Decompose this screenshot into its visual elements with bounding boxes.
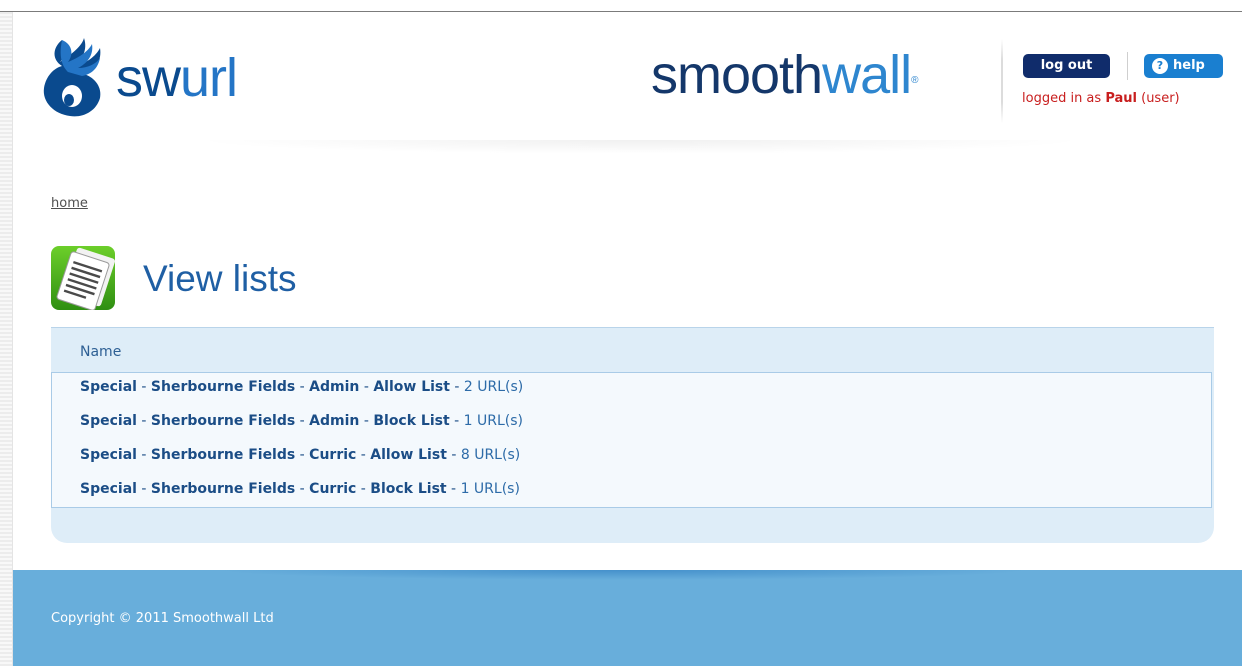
brand-url: url xyxy=(180,48,238,108)
user-role: (user) xyxy=(1136,91,1180,106)
list-category: Special xyxy=(80,413,137,429)
logged-in-status: logged in as Paul (user) xyxy=(1022,91,1180,106)
user-name: Paul xyxy=(1105,91,1137,106)
swurl-logo[interactable]: swurl xyxy=(38,38,278,118)
list-item[interactable]: Special - Sherbourne Fields - Admin - Al… xyxy=(80,377,523,397)
list-separator: - xyxy=(449,379,464,395)
column-header-name[interactable]: Name xyxy=(80,344,121,360)
brand-sw: sw xyxy=(116,48,181,108)
list-group: Admin xyxy=(309,379,360,395)
list-category: Special xyxy=(80,379,137,395)
list-site: Sherbourne Fields xyxy=(150,481,296,497)
list-group: Admin xyxy=(309,413,360,429)
list-category: Special xyxy=(80,447,137,463)
list-separator: - xyxy=(136,413,151,429)
footer: Copyright © 2011 Smoothwall Ltd xyxy=(13,570,1242,666)
list-separator: - xyxy=(446,447,461,463)
vendor-trademark: ® xyxy=(911,75,918,86)
list-separator: - xyxy=(359,379,374,395)
list-url-count: 1 URL(s) xyxy=(463,413,523,429)
list-url-count: 8 URL(s) xyxy=(460,447,521,463)
header-divider xyxy=(1001,39,1003,123)
list-panel: Name Special - Sherbourne Fields - Admin… xyxy=(51,327,1214,543)
list-site: Sherbourne Fields xyxy=(150,447,296,463)
breadcrumb-home[interactable]: home xyxy=(51,196,88,211)
help-icon: ? xyxy=(1152,58,1168,74)
help-button[interactable]: ? help xyxy=(1144,54,1223,78)
swurl-wordmark: swurl xyxy=(116,48,238,108)
list-separator: - xyxy=(136,481,151,497)
list-item[interactable]: Special - Sherbourne Fields - Curric - B… xyxy=(80,479,520,499)
list-separator: - xyxy=(356,481,371,497)
page-title: View lists xyxy=(143,258,297,299)
copyright-text: Copyright © 2011 Smoothwall Ltd xyxy=(51,611,274,626)
list-type: Allow List xyxy=(373,379,450,395)
list-site: Sherbourne Fields xyxy=(150,413,296,429)
vendor-wall: wall xyxy=(822,45,912,105)
logged-in-prefix: logged in as xyxy=(1022,91,1106,106)
list-url-count: 2 URL(s) xyxy=(463,379,524,395)
left-edge xyxy=(0,12,13,666)
list-separator: - xyxy=(295,481,310,497)
list-body: Special - Sherbourne Fields - Admin - Al… xyxy=(51,372,1212,508)
list-site: Sherbourne Fields xyxy=(150,379,296,395)
document-list-icon xyxy=(51,246,115,310)
vendor-smooth: smooth xyxy=(651,45,823,105)
header-shadow xyxy=(190,140,1090,154)
list-item[interactable]: Special - Sherbourne Fields - Admin - Bl… xyxy=(80,411,523,431)
smoothwall-logo: smoothwall® xyxy=(651,44,919,106)
list-separator: - xyxy=(446,481,461,497)
list-separator: - xyxy=(136,379,151,395)
list-type: Block List xyxy=(370,481,447,497)
list-separator: - xyxy=(359,413,374,429)
help-label: help xyxy=(1173,58,1205,73)
list-group: Curric xyxy=(309,447,357,463)
list-type: Allow List xyxy=(370,447,447,463)
list-type: Block List xyxy=(373,413,450,429)
logout-button[interactable]: log out xyxy=(1023,54,1110,78)
page: swurl smoothwall® log out ? help logged … xyxy=(0,0,1242,666)
footer-glow xyxy=(213,570,1033,580)
button-separator xyxy=(1127,52,1128,80)
list-separator: - xyxy=(295,379,310,395)
list-separator: - xyxy=(295,413,310,429)
list-group: Curric xyxy=(309,481,357,497)
list-separator: - xyxy=(449,413,464,429)
list-separator: - xyxy=(356,447,371,463)
list-separator: - xyxy=(295,447,310,463)
list-url-count: 1 URL(s) xyxy=(460,481,520,497)
swurl-swirl-icon xyxy=(43,38,101,117)
list-category: Special xyxy=(80,481,137,497)
list-item[interactable]: Special - Sherbourne Fields - Curric - A… xyxy=(80,445,520,465)
list-separator: - xyxy=(136,447,151,463)
